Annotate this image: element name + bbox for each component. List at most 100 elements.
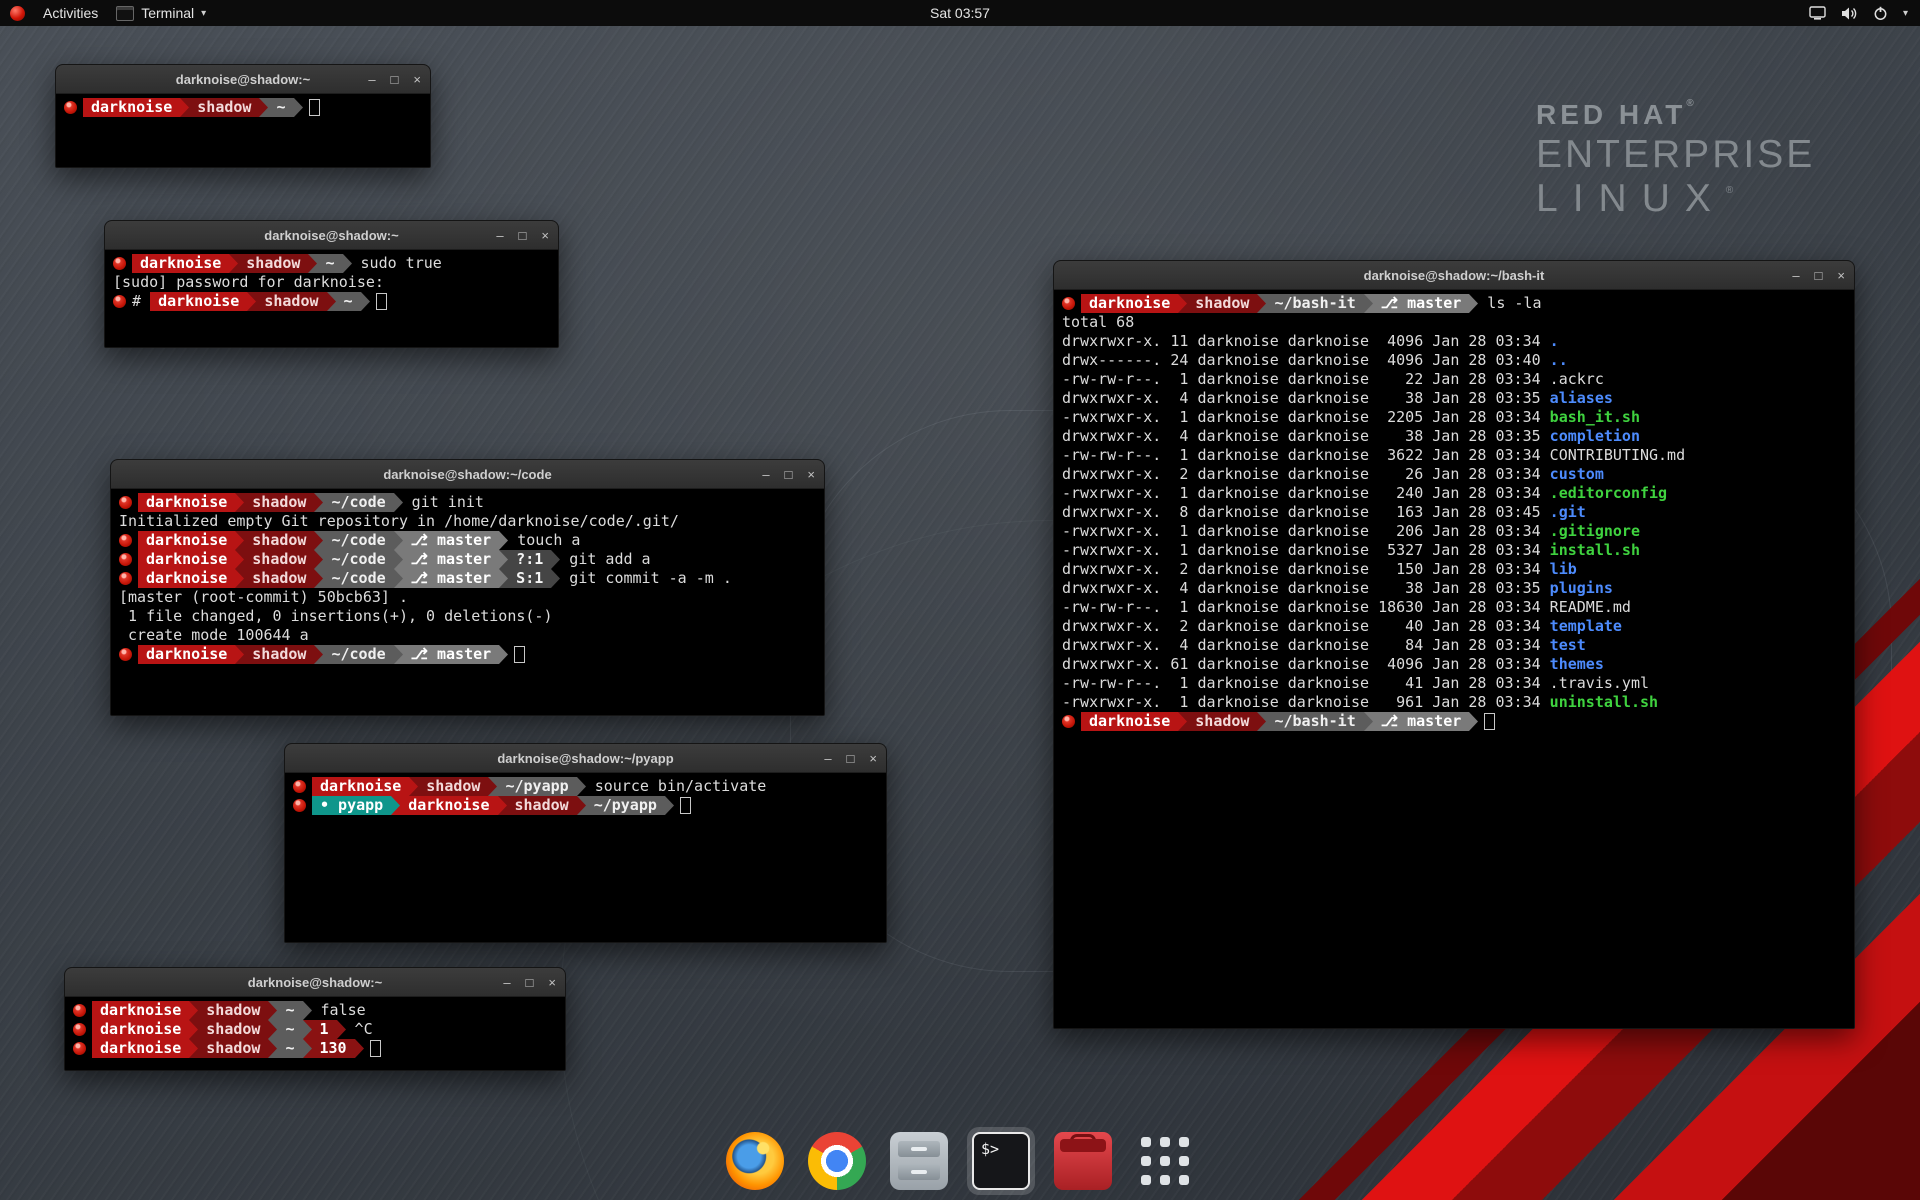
powerline-arrow-icon	[308, 254, 317, 273]
close-button[interactable]: ×	[869, 752, 877, 765]
terminal-body[interactable]: darknoiseshadow~/pyapp source bin/activa…	[285, 773, 886, 943]
powerline-arrow-icon	[235, 531, 244, 550]
file-name-green: install.sh	[1550, 541, 1640, 559]
close-button[interactable]: ×	[807, 468, 815, 481]
file-name-blue: lib	[1550, 560, 1577, 578]
prompt-segment-host: shadow	[198, 1039, 268, 1058]
close-button[interactable]: ×	[1837, 269, 1845, 282]
terminal-icon	[116, 6, 134, 21]
file-name-blue: custom	[1550, 465, 1604, 483]
prompt-segment-path: ~	[277, 1039, 302, 1058]
powerline-arrow-icon	[577, 796, 586, 815]
terminal-cursor	[514, 646, 525, 663]
close-button[interactable]: ×	[541, 229, 549, 242]
prompt-segment-host: shadow	[1187, 294, 1257, 313]
terminal-cursor	[376, 293, 387, 310]
prompt-icon	[73, 1004, 86, 1017]
desktop: RED HAT® ENTERPRISE LINUX® Activities Te…	[0, 0, 1920, 1200]
terminal-text: total 68	[1062, 313, 1134, 331]
terminal-body[interactable]: darknoiseshadow~/code git initInitialize…	[111, 489, 824, 716]
file-name-blue: aliases	[1550, 389, 1613, 407]
activities-button[interactable]: Activities	[43, 5, 98, 21]
powerline-arrow-icon	[361, 292, 370, 311]
terminal-body[interactable]: darknoiseshadow~	[56, 94, 430, 168]
powerline-arrow-icon	[498, 796, 507, 815]
terminal-line: Initialized empty Git repository in /hom…	[119, 512, 816, 531]
prompt-segment-host: shadow	[189, 98, 259, 117]
maximize-button[interactable]: □	[526, 976, 534, 989]
maximize-button[interactable]: □	[519, 229, 527, 242]
powerline-arrow-icon	[314, 531, 323, 550]
window-titlebar[interactable]: darknoise@shadow:~ – □ ×	[65, 968, 565, 997]
file-name-blue: test	[1550, 636, 1586, 654]
minimize-button[interactable]: –	[824, 752, 831, 765]
terminal-text: ^C	[346, 1020, 373, 1038]
prompt-segment-git: ⎇ master	[1373, 712, 1470, 731]
powerline-arrow-icon	[303, 1020, 312, 1039]
terminal-text: touch a	[508, 531, 580, 549]
window-titlebar[interactable]: darknoise@shadow:~ – □ ×	[56, 65, 430, 94]
dock-item-chrome[interactable]	[808, 1132, 866, 1190]
terminal-line: darknoiseshadow~/bash-it⎇ master	[1062, 712, 1846, 731]
terminal-text: drwxrwxr-x. 2 darknoise darknoise 26 Jan…	[1062, 465, 1550, 483]
window-titlebar[interactable]: darknoise@shadow:~/code – □ ×	[111, 460, 824, 489]
prompt-segment-path: ~/bash-it	[1266, 712, 1363, 731]
powerline-arrow-icon	[488, 777, 497, 796]
prompt-segment-path: ~/bash-it	[1266, 294, 1363, 313]
terminal-text: 1 file changed, 0 insertions(+), 0 delet…	[119, 607, 552, 625]
dock-item-toolbox[interactable]	[1054, 1132, 1112, 1190]
minimize-button[interactable]: –	[368, 73, 375, 86]
terminal-body[interactable]: darknoiseshadow~ sudo true[sudo] passwor…	[105, 250, 558, 348]
prompt-icon	[64, 101, 77, 114]
clock[interactable]: Sat 03:57	[0, 5, 1920, 21]
file-name-blue: completion	[1550, 427, 1640, 445]
prompt-segment-user: darknoise	[1081, 294, 1178, 313]
maximize-button[interactable]: □	[391, 73, 399, 86]
prompt-segment-user: darknoise	[400, 796, 497, 815]
maximize-button[interactable]: □	[785, 468, 793, 481]
window-titlebar[interactable]: darknoise@shadow:~ – □ ×	[105, 221, 558, 250]
powerline-arrow-icon	[268, 1001, 277, 1020]
file-name-blue: .git	[1550, 503, 1586, 521]
distro-icon	[10, 6, 25, 21]
powerline-arrow-icon	[294, 98, 303, 117]
prompt-segment-git: ⎇ master	[403, 550, 500, 569]
minimize-button[interactable]: –	[496, 229, 503, 242]
dock-item-files[interactable]	[890, 1132, 948, 1190]
prompt-segment-host: shadow	[244, 569, 314, 588]
terminal-line: darknoiseshadow~ false	[73, 1001, 557, 1020]
prompt-segment-path: ~	[317, 254, 342, 273]
dock-item-terminal[interactable]: $>	[972, 1132, 1030, 1190]
maximize-button[interactable]: □	[1815, 269, 1823, 282]
terminal-window: darknoise@shadow:~ – □ × darknoiseshadow…	[64, 967, 566, 1071]
prompt-segment-host: shadow	[507, 796, 577, 815]
terminal-line: -rw-rw-r--. 1 darknoise darknoise 3622 J…	[1062, 446, 1846, 465]
minimize-button[interactable]: –	[762, 468, 769, 481]
dock-item-app-grid[interactable]	[1136, 1132, 1194, 1190]
window-titlebar[interactable]: darknoise@shadow:~/bash-it – □ ×	[1054, 261, 1854, 290]
maximize-button[interactable]: □	[847, 752, 855, 765]
minimize-button[interactable]: –	[503, 976, 510, 989]
window-titlebar[interactable]: darknoise@shadow:~/pyapp – □ ×	[285, 744, 886, 773]
prompt-segment-path: ~	[277, 1020, 302, 1039]
terminal-line: -rw-rw-r--. 1 darknoise darknoise 18630 …	[1062, 598, 1846, 617]
prompt-segment-host: shadow	[238, 254, 308, 273]
terminal-body[interactable]: darknoiseshadow~ falsedarknoiseshadow~1 …	[65, 997, 565, 1071]
close-button[interactable]: ×	[413, 73, 421, 86]
file-name-blue: plugins	[1550, 579, 1613, 597]
terminal-line: -rwxrwxr-x. 1 darknoise darknoise 240 Ja…	[1062, 484, 1846, 503]
minimize-button[interactable]: –	[1792, 269, 1799, 282]
close-button[interactable]: ×	[548, 976, 556, 989]
terminal-text: git init	[403, 493, 484, 511]
terminal-body[interactable]: darknoiseshadow~/bash-it⎇ master ls -lat…	[1054, 290, 1854, 1029]
system-tray[interactable]: ▾	[1809, 6, 1920, 21]
terminal-cursor	[370, 1040, 381, 1057]
firefox-icon	[726, 1132, 784, 1190]
terminal-line: drwxrwxr-x. 2 darknoise darknoise 26 Jan…	[1062, 465, 1846, 484]
prompt-segment-path: ~/pyapp	[497, 777, 576, 796]
dock-item-firefox[interactable]	[726, 1132, 784, 1190]
app-menu[interactable]: Terminal ▾	[116, 5, 206, 21]
powerline-arrow-icon	[394, 645, 403, 664]
terminal-line: [master (root-commit) 50bcb63] .	[119, 588, 816, 607]
prompt-segment-git: ⎇ master	[403, 645, 500, 664]
